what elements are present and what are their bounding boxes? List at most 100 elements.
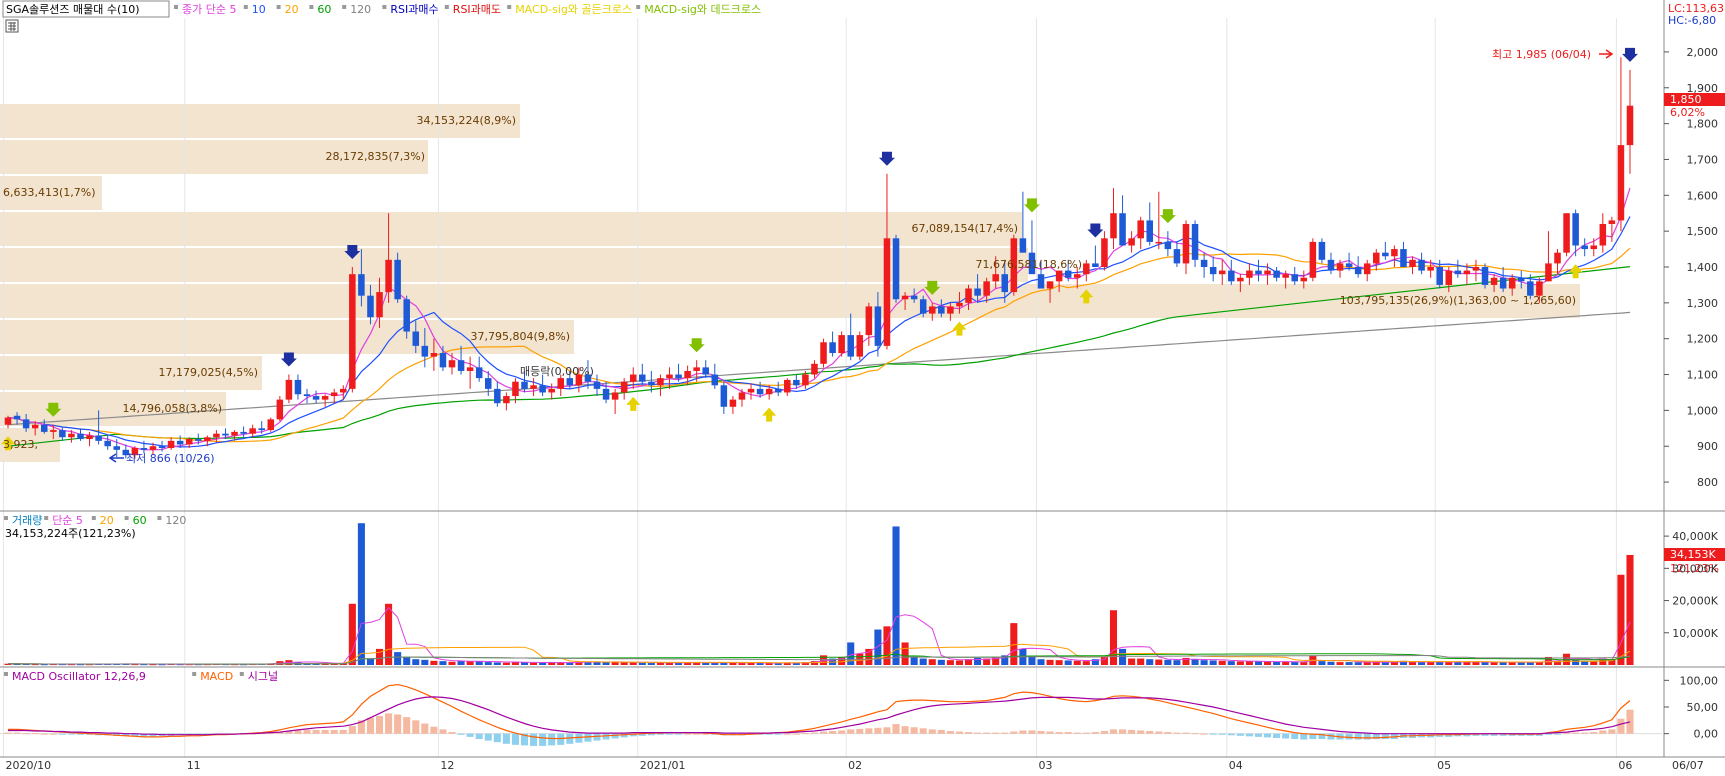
candle-body xyxy=(874,306,882,346)
candle-body xyxy=(1391,249,1398,257)
macd-histogram-bar xyxy=(31,733,39,735)
volume-current: 34,153K xyxy=(1670,548,1716,561)
volume-bar xyxy=(1028,656,1036,665)
macd-histogram-bar xyxy=(1363,733,1371,740)
volume-bar xyxy=(1155,659,1163,665)
candle-body xyxy=(1001,274,1009,293)
macd-histogram-bar xyxy=(466,733,474,737)
macd-histogram-bar xyxy=(1245,733,1253,737)
candle-body xyxy=(1327,259,1335,271)
volume-bar xyxy=(1327,661,1335,665)
legend-bullet-icon xyxy=(157,516,162,520)
candle-body xyxy=(765,388,773,395)
macd-histogram-bar xyxy=(1590,732,1598,734)
volume-bar xyxy=(1245,661,1253,665)
candle-body xyxy=(938,306,945,314)
macd-histogram-bar xyxy=(1209,733,1217,735)
macd-histogram-bar xyxy=(1064,732,1072,734)
candle-body xyxy=(430,353,438,357)
candle-body xyxy=(31,424,39,429)
price-tick-label: 1,200 xyxy=(1687,333,1719,346)
volume-bar xyxy=(928,659,936,665)
macd-histogram-bar xyxy=(1073,732,1081,734)
candle-body xyxy=(358,274,365,296)
candle-body xyxy=(1046,281,1054,289)
macd-histogram-bar xyxy=(1037,731,1045,734)
candle-body xyxy=(1246,270,1253,278)
volume-bar xyxy=(910,656,918,665)
volume-bar xyxy=(1146,659,1154,665)
legend-bullet-icon xyxy=(507,5,512,9)
legend-item: MACD-sig와 데드크로스 xyxy=(644,3,761,16)
candle-body xyxy=(1218,270,1226,275)
legend-bullet-icon xyxy=(44,516,49,520)
calculator-icon[interactable] xyxy=(5,19,19,33)
volume-bar xyxy=(412,659,420,665)
macd-histogram-bar xyxy=(783,733,791,735)
candle-body xyxy=(684,370,691,379)
macd-histogram-bar xyxy=(992,732,1000,734)
volume-bar xyxy=(1264,661,1272,665)
legend-bullet-icon xyxy=(4,672,8,676)
macd-histogram-bar xyxy=(647,733,655,736)
candle-body xyxy=(1228,270,1235,282)
volume-bar xyxy=(1073,660,1081,665)
candle-body xyxy=(22,419,30,429)
candle-body xyxy=(1064,270,1072,278)
macd-histogram-bar xyxy=(575,733,583,743)
legend-bullet-icon xyxy=(342,5,347,9)
candle-body xyxy=(421,345,429,357)
macd-histogram-bar xyxy=(1345,733,1353,740)
volume-bar xyxy=(901,642,909,665)
volume-bar xyxy=(1336,662,1344,665)
x-axis-label: 05 xyxy=(1437,759,1451,772)
volume-bar xyxy=(1418,662,1426,665)
macd-histogram-bar xyxy=(539,733,547,746)
volume-bar xyxy=(1572,659,1580,665)
volume-bar xyxy=(1345,662,1353,665)
candle-body xyxy=(176,440,184,445)
candle-body xyxy=(95,435,102,441)
candle-body xyxy=(231,431,238,436)
candle-body xyxy=(448,360,456,368)
macd-histogram-bar xyxy=(1291,733,1299,739)
candle-body xyxy=(1137,220,1144,239)
candle-body xyxy=(1073,274,1081,278)
price-tick-label: 2,000 xyxy=(1687,46,1719,59)
macd-histogram-bar xyxy=(394,714,402,734)
macd-histogram-bar xyxy=(693,733,701,735)
price-tick-label: 800 xyxy=(1697,476,1718,489)
candle-body xyxy=(1282,274,1289,278)
candle-body xyxy=(267,419,275,431)
legend-bullet-icon xyxy=(174,5,178,9)
candle-body xyxy=(1508,277,1516,289)
macd-histogram-bar xyxy=(1119,729,1127,734)
x-axis-label: 12 xyxy=(440,759,454,772)
volume-bar xyxy=(711,662,719,665)
candle-body xyxy=(910,295,918,300)
legend-item: MACD Oscillator 12,26,9 xyxy=(12,670,146,683)
candle-body xyxy=(620,381,628,393)
volume-bar xyxy=(1128,658,1136,665)
candle-body xyxy=(367,295,374,318)
candle-body xyxy=(457,360,465,371)
volume-bar xyxy=(638,662,646,665)
candle-body xyxy=(965,288,972,303)
macd-histogram-bar xyxy=(303,729,311,734)
macd-histogram-bar xyxy=(475,733,483,739)
legend-item: MACD xyxy=(200,670,233,683)
macd-histogram-bar xyxy=(1100,731,1108,734)
macd-histogram-bar xyxy=(774,733,782,735)
macd-histogram-bar xyxy=(511,733,519,745)
volume-bar xyxy=(493,662,501,665)
volume-bar xyxy=(1254,661,1263,665)
candle-body xyxy=(466,367,474,371)
volume-bar xyxy=(1046,659,1054,665)
candle-body xyxy=(59,430,66,438)
candle-body xyxy=(312,396,320,400)
volume-bar xyxy=(1318,661,1326,665)
candle-body xyxy=(666,374,673,379)
volume-bar xyxy=(1010,623,1018,665)
macd-histogram-bar xyxy=(1164,732,1172,734)
candle-body xyxy=(838,335,845,354)
